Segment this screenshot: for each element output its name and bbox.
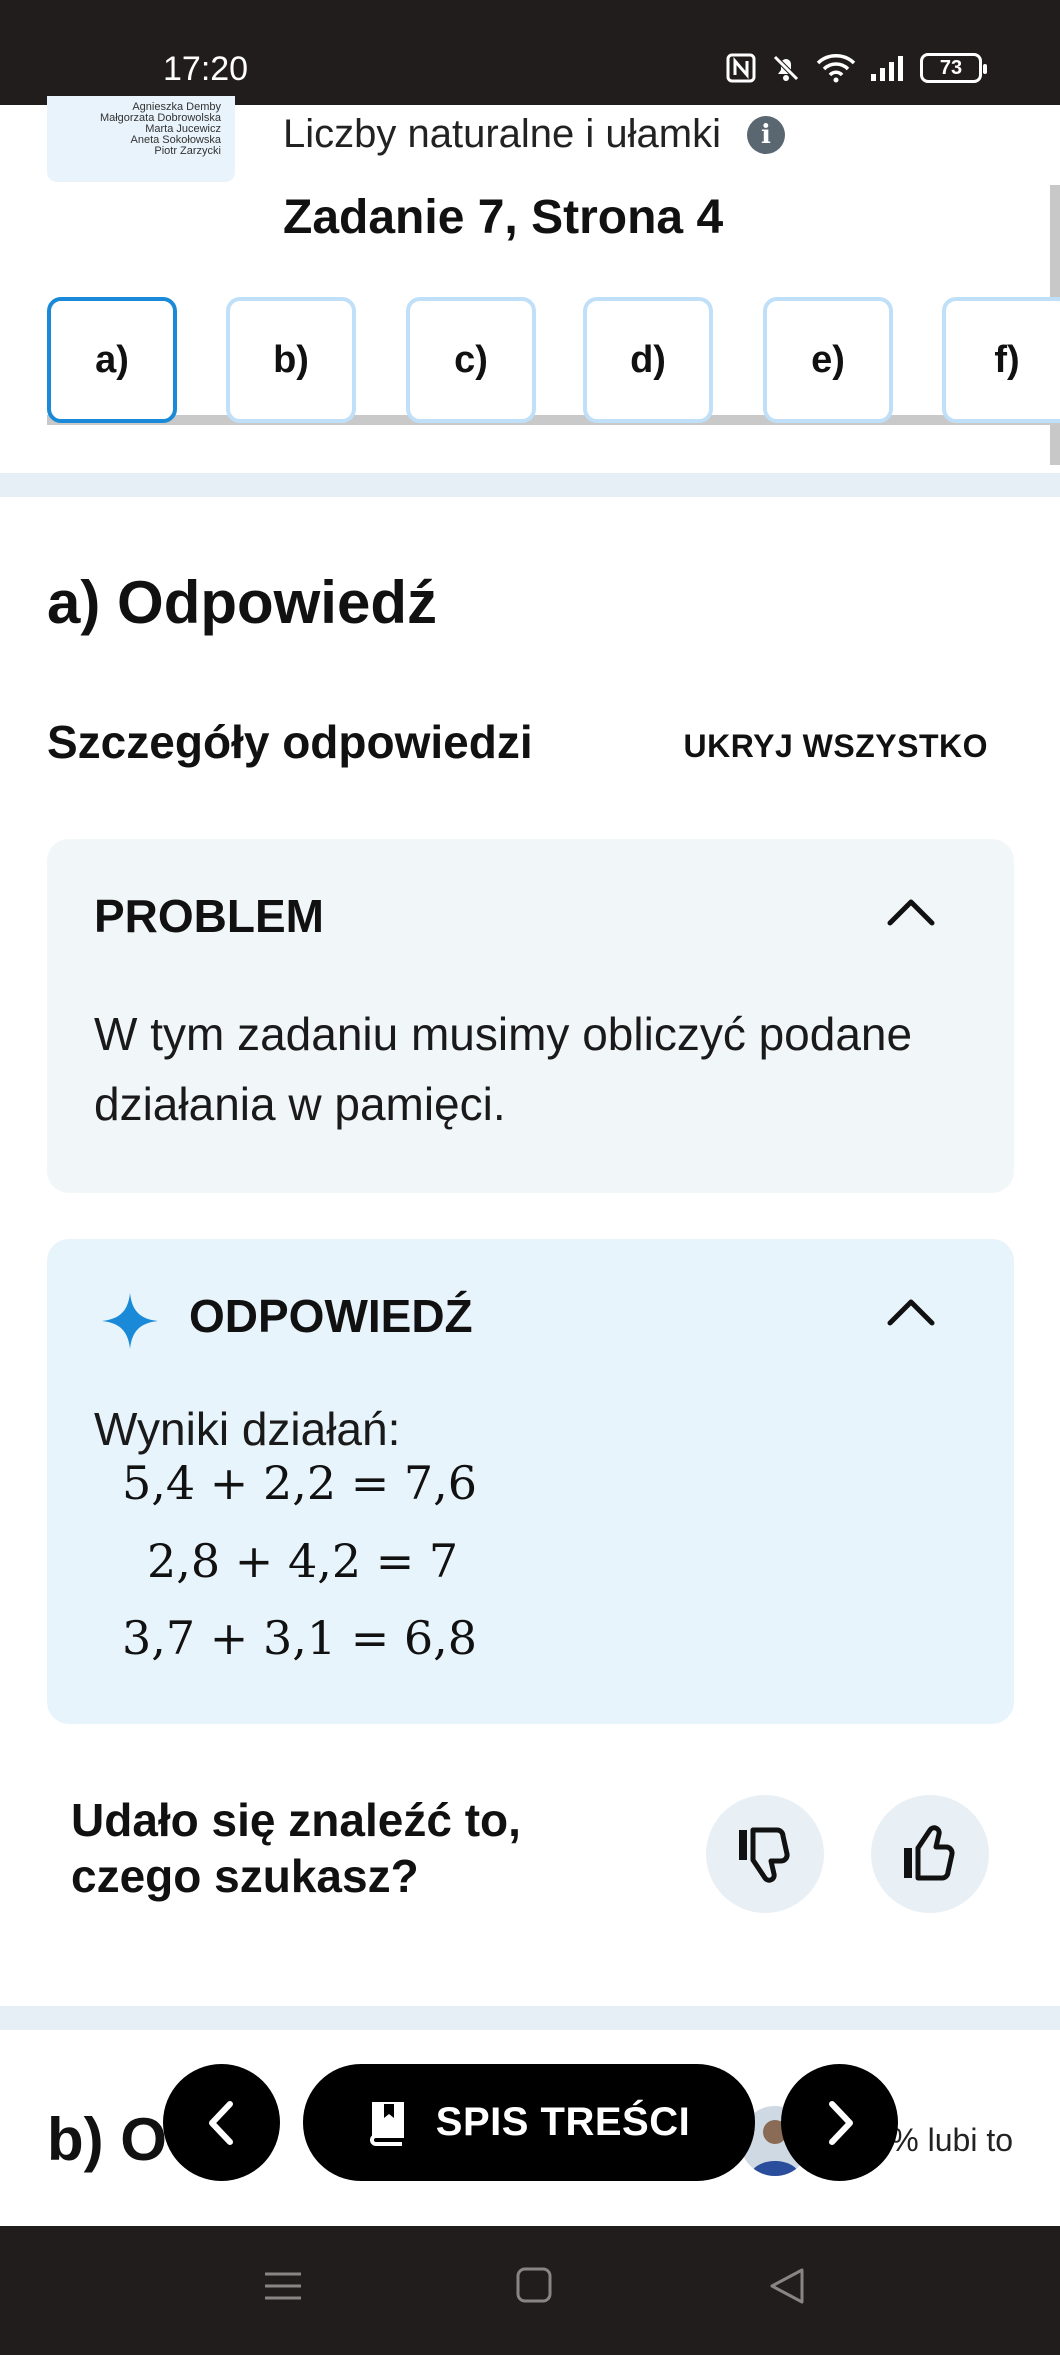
system-nav-bar (0, 2226, 1060, 2355)
tab-b[interactable]: b) (226, 297, 356, 423)
previous-button[interactable] (163, 2064, 280, 2181)
hide-all-button[interactable]: UKRYJ WSZYSTKO (684, 728, 989, 765)
equation: 2,8 + 4,2 = 7 (147, 1534, 459, 1588)
thumbs-down-button[interactable] (706, 1795, 824, 1913)
tabs-scroll-track[interactable] (47, 415, 1060, 425)
recent-apps-icon[interactable] (263, 2266, 303, 2306)
back-icon[interactable] (768, 2266, 806, 2306)
section-divider (0, 2006, 1060, 2030)
tab-f[interactable]: f) (942, 297, 1060, 423)
home-icon[interactable] (515, 2266, 553, 2304)
answer-heading[interactable]: ODPOWIEDŹ (189, 1289, 473, 1343)
book-icon (369, 2101, 404, 2146)
thumbs-down-icon (739, 1827, 790, 1883)
tab-c[interactable]: c) (406, 297, 536, 423)
details-title: Szczegóły odpowiedzi (47, 716, 533, 768)
likes-text: % lubi to (890, 2122, 1013, 2158)
nfc-icon (726, 53, 756, 83)
task-title: Zadanie 7, Strona 4 (283, 191, 724, 244)
info-icon[interactable]: i (747, 115, 785, 154)
chevron-left-icon (208, 2100, 233, 2145)
chevron-up-icon[interactable] (886, 1297, 936, 1327)
cover-author: Piotr Zarzycki (154, 145, 221, 157)
tab-a[interactable]: a) (47, 297, 177, 423)
chevron-up-icon[interactable] (886, 897, 936, 927)
status-icons: 73 (726, 52, 987, 84)
equation: 3,7 + 3,1 = 6,8 (122, 1611, 478, 1665)
problem-heading[interactable]: PROBLEM (94, 889, 324, 943)
answer-lead: Wyniki działań: (94, 1403, 401, 1455)
subject-row: Liczby naturalne i ułamki i (283, 112, 785, 157)
sparkle-icon (102, 1293, 158, 1349)
signal-icon (870, 54, 906, 82)
mute-bell-icon (770, 52, 802, 84)
tab-e[interactable]: e) (763, 297, 893, 423)
section-divider (0, 473, 1060, 497)
tab-d[interactable]: d) (583, 297, 713, 423)
next-title-start: b) O (47, 2106, 167, 2173)
answer-title: a) Odpowiedź (47, 569, 437, 636)
subtask-tabs: a) b) c) d) e) f) (47, 297, 1060, 425)
status-time: 17:20 (163, 50, 249, 88)
thumbs-up-button[interactable] (871, 1795, 989, 1913)
thumbs-up-icon (904, 1825, 955, 1881)
problem-text: W tym zadaniu musimy obliczyć podane dzi… (94, 1008, 913, 1130)
battery-icon: 73 (920, 53, 987, 83)
toc-label: SPIS TREŚCI (435, 2100, 691, 2144)
book-cover[interactable]: Agnieszka Demby Małgorzata Dobrowolska M… (47, 96, 235, 182)
next-button[interactable] (781, 2064, 898, 2181)
chevron-right-icon (828, 2100, 853, 2145)
answer-card: ODPOWIEDŹ Wyniki działań: 5,4 + 2,2 = 7,… (47, 1239, 1014, 1724)
equation: 5,4 + 2,2 = 7,6 (122, 1456, 478, 1510)
subject-title: Liczby naturalne i ułamki (283, 112, 721, 156)
status-bar: 17:20 73 (0, 0, 1060, 105)
problem-card: PROBLEM W tym zadaniu musimy obliczyć po… (47, 839, 1014, 1193)
feedback-question: Udało się znaleźć to, czego szukasz? (71, 1794, 521, 1902)
wifi-icon (816, 53, 856, 83)
table-of-contents-button[interactable]: SPIS TREŚCI (303, 2064, 755, 2181)
